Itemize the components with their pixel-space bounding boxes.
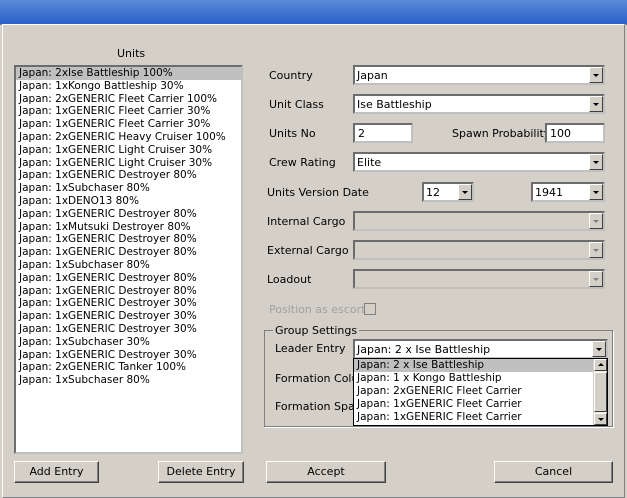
chevron-down-icon [593,191,599,194]
country-dropdown-button[interactable] [589,67,603,83]
list-item[interactable]: Japan: 2xIse Battleship 100% [16,67,241,80]
dropdown-scrollbar[interactable] [593,359,607,425]
crew-rating-dropdown-button[interactable] [589,154,603,170]
loadout-dropdown-button [589,271,603,287]
chevron-down-icon [593,249,599,252]
units-no-label: Units No [269,127,316,140]
version-year-dropdown-button[interactable] [589,184,603,200]
list-item[interactable]: Japan: 2xGENERIC Heavy Cruiser 100% [16,131,241,144]
unit-class-value: Ise Battleship [357,98,432,111]
scroll-thumb[interactable] [594,372,607,412]
list-item[interactable]: Japan: 1xKongo Battleship 30% [16,80,241,93]
country-select[interactable]: Japan [353,65,605,85]
internal-cargo-select [353,211,605,231]
units-no-input[interactable]: 2 [353,123,413,143]
version-date-label: Units Version Date [267,186,369,199]
list-item[interactable]: Japan: 1xGENERIC Destroyer 30% [16,297,241,310]
leader-entry-dropdown-list[interactable]: Japan: 2 x Ise Battleship Japan: 1 x Kong… [353,358,608,426]
version-year-select[interactable]: 1941 [531,182,605,202]
list-item[interactable]: Japan: 1xGENERIC Destroyer 80% [16,169,241,182]
list-item[interactable]: Japan: 1xGENERIC Fleet Carrier 30% [16,118,241,131]
unit-class-select[interactable]: Ise Battleship [353,94,605,114]
spawn-probability-label: Spawn Probability [452,127,551,140]
cancel-button[interactable]: Cancel [494,461,613,483]
dropdown-option[interactable]: Japan: 1 x Kongo Battleship [354,372,595,385]
chevron-down-icon [593,161,599,164]
units-listbox[interactable]: Japan: 2xIse Battleship 100% Japan: 1xKon… [14,65,243,454]
version-year-value: 1941 [535,186,563,199]
crew-rating-select[interactable]: Elite [353,152,605,172]
group-settings-title: Group Settings [273,324,360,337]
dropdown-option[interactable]: Japan: 2xGENERIC Fleet Carrier [354,385,595,398]
leader-entry-label: Leader Entry [275,342,346,355]
list-item[interactable]: Japan: 1xGENERIC Light Cruiser 30% [16,144,241,157]
loadout-label: Loadout [267,273,312,286]
list-item[interactable]: Japan: 1xGENERIC Destroyer 30% [16,310,241,323]
dropdown-option[interactable]: Japan: 1xGENERIC Fleet Carrier [354,411,595,424]
list-item[interactable]: Japan: 1xGENERIC Fleet Carrier 30% [16,105,241,118]
chevron-down-icon [593,103,599,106]
list-item[interactable]: Japan: 1xGENERIC Destroyer 80% [16,272,241,285]
arrow-up-icon [598,363,604,366]
list-item[interactable]: Japan: 1xSubchaser 30% [16,336,241,349]
country-label: Country [269,69,313,82]
list-item[interactable]: Japan: 1xGENERIC Destroyer 80% [16,233,241,246]
crew-rating-label: Crew Rating [269,156,336,169]
chevron-down-icon [593,220,599,223]
spawn-probability-input[interactable]: 100 [545,123,605,143]
leader-entry-value: Japan: 2 x Ise Battleship [357,343,491,356]
chevron-down-icon [596,348,602,351]
list-item[interactable]: Japan: 1xGENERIC Light Cruiser 30% [16,157,241,170]
add-entry-button[interactable]: Add Entry [14,461,99,483]
chevron-down-icon [593,74,599,77]
external-cargo-label: External Cargo [267,244,349,257]
version-month-dropdown-button[interactable] [458,184,472,200]
version-month-value: 12 [426,186,440,199]
list-item[interactable]: Japan: 1xGENERIC Destroyer 80% [16,246,241,259]
units-no-value: 2 [358,127,365,140]
loadout-select [353,269,605,289]
list-item[interactable]: Japan: 1xGENERIC Destroyer 30% [16,349,241,362]
dropdown-option[interactable]: Japan: 1xGENERIC Fleet Carrier [354,398,595,411]
unit-class-label: Unit Class [269,98,324,111]
internal-cargo-dropdown-button [589,213,603,229]
scroll-up-button[interactable] [594,359,607,371]
position-escort-checkbox[interactable] [364,303,376,315]
formation-spacing-label: Formation Spaci [275,400,364,413]
list-item[interactable]: Japan: 1xGENERIC Destroyer 80% [16,208,241,221]
unit-class-dropdown-button[interactable] [589,96,603,112]
delete-entry-button[interactable]: Delete Entry [158,461,244,483]
title-bar [0,0,627,25]
chevron-down-icon [593,278,599,281]
list-item[interactable]: Japan: 1xGENERIC Destroyer 30% [16,323,241,336]
list-item[interactable]: Japan: 2xGENERIC Fleet Carrier 100% [16,93,241,106]
external-cargo-dropdown-button [589,242,603,258]
list-item[interactable]: Japan: 1xMutsuki Destroyer 80% [16,221,241,234]
scroll-down-button[interactable] [594,413,607,425]
list-item[interactable]: Japan: 2xGENERIC Tanker 100% [16,361,241,374]
chevron-down-icon [462,191,468,194]
crew-rating-value: Elite [357,156,382,169]
list-item[interactable]: Japan: 1xDENO13 80% [16,195,241,208]
position-escort-label: Position as escort [269,303,366,316]
leader-entry-select[interactable]: Japan: 2 x Ise Battleship [353,339,608,359]
list-item[interactable]: Japan: 1xSubchaser 80% [16,374,241,387]
units-title: Units [117,47,146,60]
external-cargo-select [353,240,605,260]
accept-button[interactable]: Accept [266,461,386,483]
list-item[interactable]: Japan: 1xSubchaser 80% [16,182,241,195]
leader-entry-dropdown-button[interactable] [592,341,606,357]
spawn-probability-value: 100 [550,127,571,140]
dropdown-option[interactable]: Japan: 2 x Ise Battleship [354,359,595,372]
list-item[interactable]: Japan: 1xSubchaser 80% [16,259,241,272]
version-month-select[interactable]: 12 [422,182,474,202]
arrow-down-icon [598,418,604,421]
internal-cargo-label: Internal Cargo [267,215,346,228]
country-value: Japan [357,69,388,82]
list-item[interactable]: Japan: 1xGENERIC Destroyer 80% [16,285,241,298]
